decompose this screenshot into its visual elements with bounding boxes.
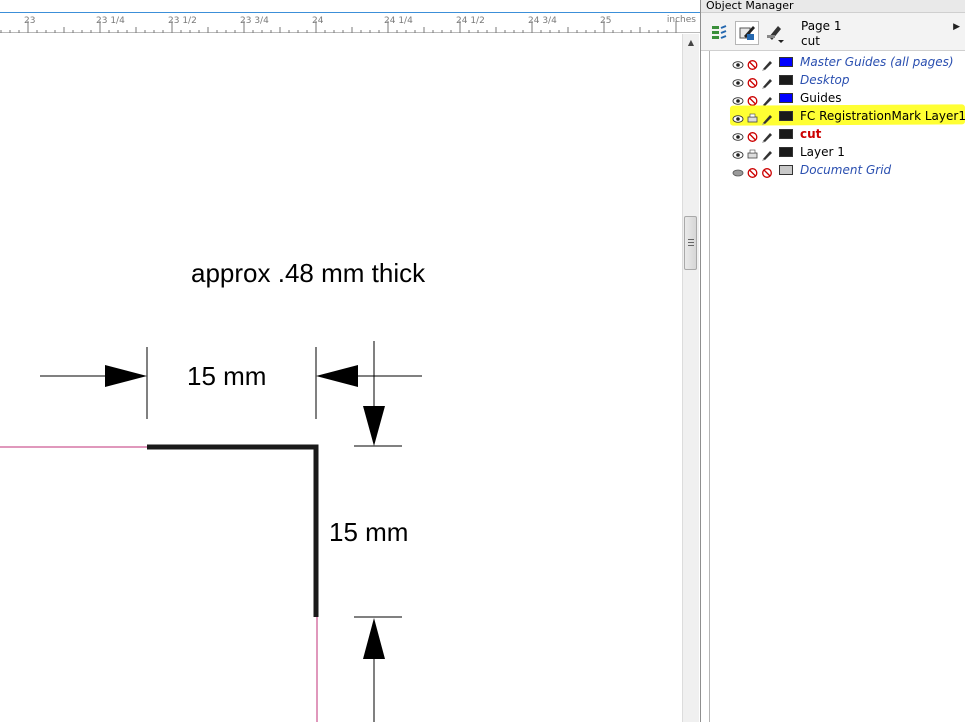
layer-color-swatch[interactable] — [779, 129, 793, 139]
vertical-scrollbar[interactable]: ▲ — [682, 34, 699, 722]
corner-registration-mark[interactable] — [147, 444, 319, 617]
layer-row[interactable]: cut — [710, 125, 965, 143]
layer-name[interactable]: Document Grid — [800, 163, 891, 177]
scrollbar-thumb[interactable] — [684, 216, 697, 270]
object-manager-panel: Object Manager Page 1 cut ▶ Master Guide… — [700, 0, 965, 722]
horizontal-ruler[interactable]: 23 23 1/4 23 1/2 23 3/4 24 24 1/4 24 1/2 24 3/4… — [0, 12, 700, 33]
layer-name[interactable]: Master Guides (all pages) — [800, 55, 954, 69]
layer-row[interactable]: FC RegistrationMark Layer1 — [710, 107, 965, 125]
panel-menu-arrow-icon[interactable]: ▶ — [953, 22, 960, 32]
layer-row[interactable]: Desktop — [710, 71, 965, 89]
drawing-canvas-area[interactable]: 23 23 1/4 23 1/2 23 3/4 24 24 1/4 24 1/2 24 3/4… — [0, 0, 700, 722]
layer-row[interactable]: Layer 1 — [710, 143, 965, 161]
layer-color-swatch[interactable] — [779, 165, 793, 175]
edit-across-layers-button[interactable] — [735, 21, 759, 45]
layer-tree: Master Guides (all pages) Desktop Guides FC… — [709, 51, 965, 722]
dim-arrow-down-head — [363, 406, 385, 446]
layer-name[interactable]: FC RegistrationMark Layer1 — [800, 109, 965, 123]
ruler-label: 24 1/2 — [456, 16, 485, 26]
layer-manager-view-button[interactable] — [763, 21, 787, 45]
ruler-label: 23 1/2 — [168, 16, 197, 26]
ruler-label: 24 1/4 — [384, 16, 413, 26]
ruler-label: 23 3/4 — [240, 16, 269, 26]
ruler-unit-label: inches — [666, 15, 696, 25]
layer-name[interactable]: Desktop — [800, 73, 850, 87]
scroll-up-arrow-icon[interactable]: ▲ — [683, 36, 699, 50]
layer-color-swatch[interactable] — [779, 111, 793, 121]
active-layer-name: cut — [801, 34, 820, 48]
layer-manager-view-icon — [767, 26, 784, 43]
page-name[interactable]: Page 1 — [801, 19, 842, 33]
vertical-dimension-label[interactable]: 15 mm — [329, 517, 408, 547]
edit-across-layers-icon — [739, 26, 755, 40]
ruler-ticks: 23 23 1/4 23 1/2 23 3/4 24 24 1/4 24 1/2 24 3/4… — [0, 16, 677, 33]
layer-color-swatch[interactable] — [779, 57, 793, 67]
panel-title: Object Manager — [701, 0, 965, 13]
thickness-note[interactable]: approx .48 mm thick — [191, 258, 426, 288]
layer-color-swatch[interactable] — [779, 75, 793, 85]
layer-row[interactable]: Master Guides (all pages) — [710, 53, 965, 71]
ruler-label: 25 — [600, 16, 611, 26]
layer-color-swatch[interactable] — [779, 147, 793, 157]
layer-color-swatch[interactable] — [779, 93, 793, 103]
layer-visibility-print-edit-icons[interactable] — [732, 164, 778, 183]
ruler-label: 24 — [312, 16, 324, 26]
dim-arrow-right-head — [316, 365, 358, 387]
dim-arrow-up-head — [363, 618, 385, 659]
layer-properties-icon — [712, 25, 727, 39]
ruler-label: 23 — [24, 16, 35, 26]
ruler-label: 23 1/4 — [96, 16, 125, 26]
layer-name[interactable]: Guides — [800, 91, 842, 105]
layer-row[interactable]: Document Grid — [710, 161, 965, 179]
ruler-label: 24 3/4 — [528, 16, 557, 26]
object-manager-toolbar: Page 1 cut ▶ — [701, 13, 965, 51]
horizontal-dimension-label[interactable]: 15 mm — [187, 361, 266, 391]
dim-arrow-left-head — [105, 365, 147, 387]
layer-name[interactable]: Layer 1 — [800, 145, 845, 159]
drawing-page[interactable]: approx .48 mm thick 15 mm 15 mm — [0, 34, 682, 722]
show-object-properties-button[interactable] — [707, 21, 731, 45]
layer-name[interactable]: cut — [800, 127, 821, 141]
